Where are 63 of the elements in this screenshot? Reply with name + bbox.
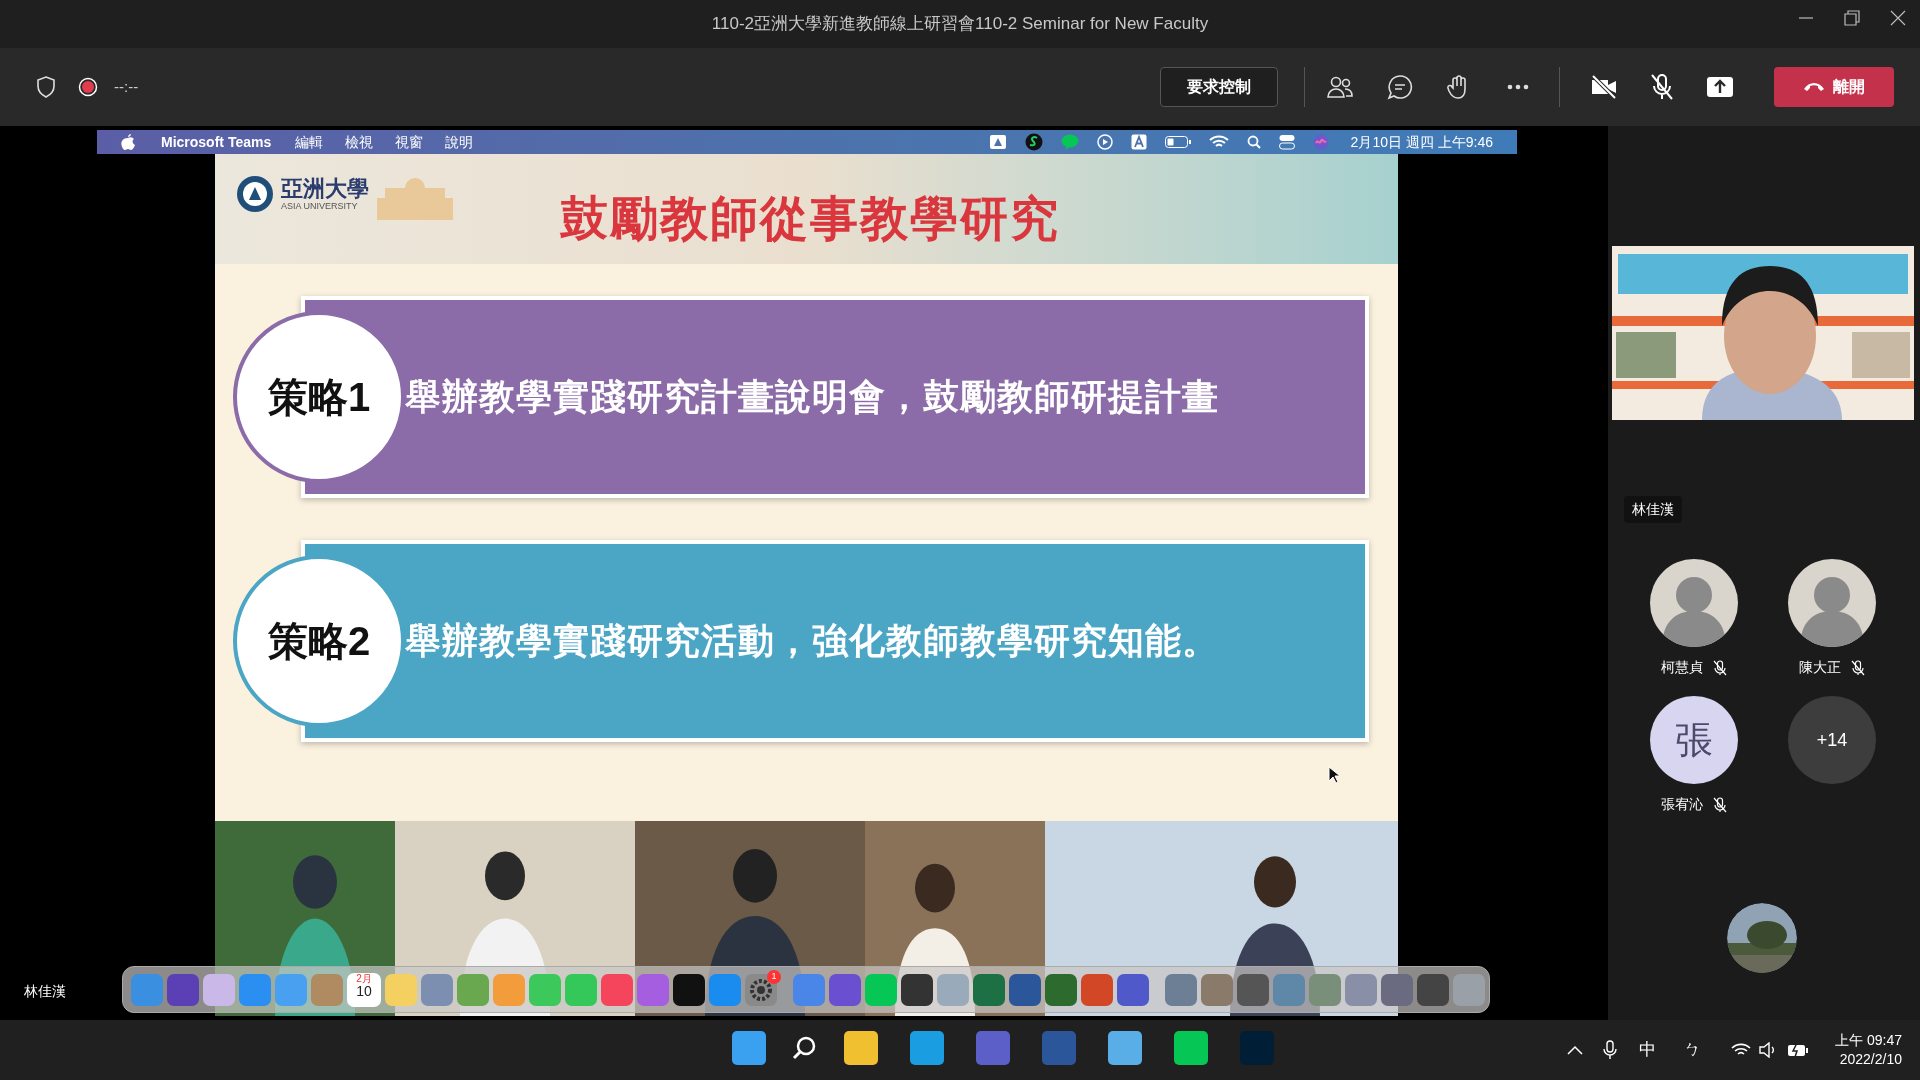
taskbar-app-icon[interactable] <box>844 1031 878 1065</box>
chevron-up-icon[interactable] <box>1567 1045 1584 1055</box>
university-name-english: ASIA UNIVERSITY <box>281 202 359 211</box>
app-menu[interactable]: Microsoft Teams <box>161 131 272 153</box>
menu-bar-clock[interactable]: 2月10日 週四 上午9:46 <box>1350 131 1493 153</box>
participant-name-tag: 林佳漢 <box>1624 496 1682 523</box>
taskbar-date[interactable]: 2022/2/10 <box>1839 1050 1902 1069</box>
avatar-initial[interactable]: 張 <box>1650 696 1738 784</box>
wifi-icon[interactable] <box>1731 1043 1752 1057</box>
app-icon[interactable] <box>1045 973 1077 1006</box>
leave-button[interactable]: 離開 <box>1774 67 1894 107</box>
drive-icon[interactable] <box>988 134 1007 150</box>
taskbar-app-icon[interactable] <box>1174 1031 1208 1065</box>
search-icon[interactable] <box>792 1035 818 1061</box>
more-icon[interactable] <box>1507 84 1529 90</box>
input-mode-indicator[interactable]: ㄅ <box>1684 1037 1702 1063</box>
play-icon[interactable] <box>1096 134 1113 150</box>
participant-name: 柯慧貞 <box>1661 658 1703 677</box>
chat-bubble-icon[interactable] <box>1060 134 1079 150</box>
menu-item[interactable]: 視窗 <box>395 131 424 153</box>
participant-name: 張宥沁 <box>1661 795 1703 814</box>
request-control-button[interactable]: 要求控制 <box>1160 67 1278 107</box>
slide-title: 鼓勵教師從事教學研究 <box>560 191 1060 247</box>
presenter-name: 林佳漢 <box>24 982 66 1001</box>
app-icon[interactable] <box>1117 973 1149 1006</box>
battery-charging-icon[interactable] <box>1787 1042 1810 1058</box>
battery-icon <box>1164 136 1191 148</box>
apple-icon[interactable] <box>121 134 135 150</box>
taskbar-app-icon[interactable] <box>1042 1031 1076 1065</box>
share-screen-icon[interactable] <box>1706 76 1734 98</box>
menu-item[interactable]: 檢視 <box>345 131 374 153</box>
notification-badge: 1 <box>767 969 781 984</box>
university-name: 亞洲大學 <box>281 177 369 199</box>
gear-icon[interactable] <box>745 973 777 1006</box>
microphone-icon[interactable] <box>1603 1040 1618 1060</box>
shield-icon <box>36 76 56 98</box>
mouse-pointer-icon <box>1328 766 1340 784</box>
taskbar-app-icon[interactable] <box>732 1031 766 1065</box>
participant-name: 陳大正 <box>1799 658 1841 677</box>
taskbar-time[interactable]: 上午 09:47 <box>1835 1031 1902 1050</box>
input-language-indicator[interactable]: 中 <box>1639 1037 1657 1063</box>
people-icon[interactable] <box>1327 75 1353 99</box>
close-icon[interactable] <box>1890 10 1906 26</box>
taskbar-app-icon[interactable] <box>910 1031 944 1065</box>
mic-off-icon[interactable] <box>1650 73 1674 101</box>
control-center-icon[interactable] <box>1278 134 1295 150</box>
window-title: 110-2亞洲大學新進教師線上研習會110-2 Seminar for New Faculty <box>711 13 1209 36</box>
taskbar-app-icon[interactable] <box>976 1031 1010 1065</box>
menu-item[interactable]: 說明 <box>445 131 474 153</box>
phone-icon <box>1803 82 1825 92</box>
input-method-icon[interactable] <box>1130 134 1147 150</box>
app-icon[interactable] <box>673 973 705 1006</box>
taskbar-app-icon[interactable] <box>1108 1031 1142 1065</box>
restore-icon[interactable] <box>1844 10 1860 26</box>
circle-s-icon[interactable] <box>1024 133 1043 151</box>
camera-off-icon[interactable] <box>1590 75 1618 99</box>
calendar-app-icon[interactable]: 2月 10 <box>347 972 381 1007</box>
university-seal-icon <box>235 174 275 214</box>
more-participants-button[interactable]: +14 <box>1788 696 1876 784</box>
timer: --:-- <box>114 76 139 97</box>
app-icon[interactable] <box>901 973 933 1006</box>
menu-item[interactable]: 編輯 <box>295 131 324 153</box>
chat-icon[interactable] <box>1387 74 1413 100</box>
